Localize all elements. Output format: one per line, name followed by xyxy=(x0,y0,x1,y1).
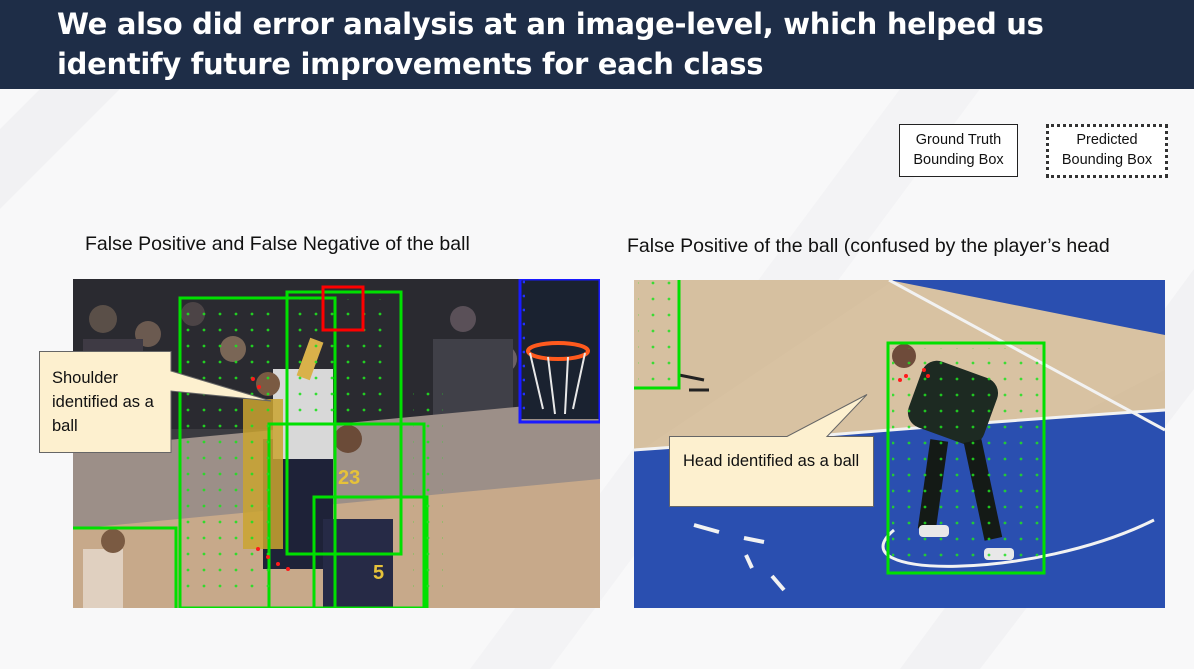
slide-header: We also did error analysis at an image-l… xyxy=(0,0,1194,89)
left-panel-caption: False Positive and False Negative of the… xyxy=(85,233,470,255)
shoulder-callout: Shoulder identified as a ball xyxy=(39,351,279,453)
shoulder-callout-text: Shoulder identified as a ball xyxy=(52,369,154,435)
head-callout: Head identified as a ball xyxy=(669,394,875,507)
svg-text:23: 23 xyxy=(338,467,360,489)
right-panel-caption: False Positive of the ball (confused by … xyxy=(627,235,1110,257)
legend-predicted: Predicted Bounding Box xyxy=(1046,124,1168,178)
svg-text:5: 5 xyxy=(373,562,384,584)
legend-ground-truth: Ground Truth Bounding Box xyxy=(899,124,1018,177)
slide-title: We also did error analysis at an image-l… xyxy=(57,7,1044,81)
dotted-fill-right xyxy=(892,348,1040,568)
head-callout-text: Head identified as a ball xyxy=(683,452,860,470)
